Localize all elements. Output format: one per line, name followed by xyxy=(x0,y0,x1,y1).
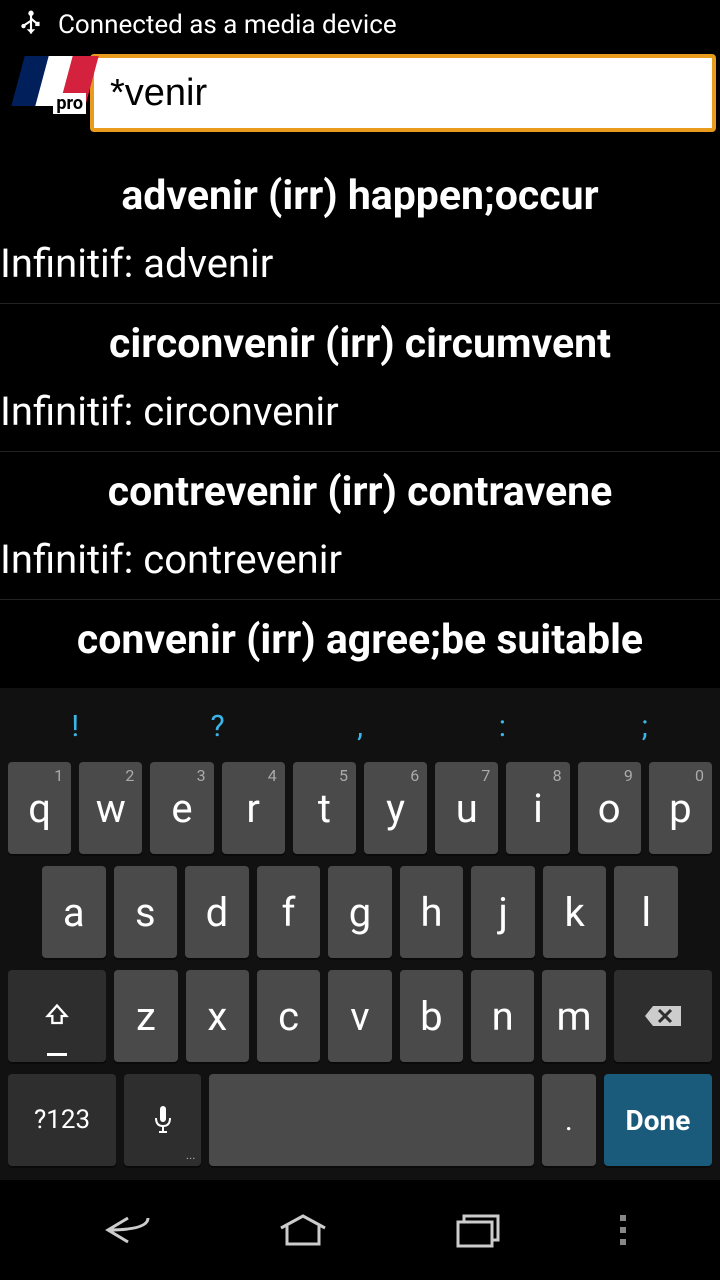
list-item[interactable]: contrevenir (irr) contravene Infinitif: … xyxy=(0,452,720,600)
pro-label: pro xyxy=(53,93,86,114)
menu-button[interactable] xyxy=(613,1205,633,1255)
shift-key[interactable] xyxy=(8,970,106,1062)
key-i[interactable]: i8 xyxy=(506,762,569,854)
key-q[interactable]: q1 xyxy=(8,762,71,854)
suggestion-key[interactable]: ; xyxy=(574,709,716,744)
keyboard-row-1: q1w2e3r4t5y6u7i8o9p0 xyxy=(4,756,716,860)
key-k[interactable]: k xyxy=(543,866,607,958)
key-e[interactable]: e3 xyxy=(150,762,213,854)
search-row: pro xyxy=(0,50,720,136)
keyboard-row-2: asdfghjkl xyxy=(4,860,716,964)
key-y[interactable]: y6 xyxy=(364,762,427,854)
result-title: contrevenir (irr) contravene xyxy=(0,452,720,528)
key-g[interactable]: g xyxy=(328,866,392,958)
key-v[interactable]: v xyxy=(328,970,391,1062)
key-f[interactable]: f xyxy=(257,866,321,958)
result-subtitle: Infinitif: advenir xyxy=(0,232,720,303)
space-key[interactable] xyxy=(209,1074,533,1166)
result-title: circonvenir (irr) circumvent xyxy=(0,304,720,380)
key-r[interactable]: r4 xyxy=(222,762,285,854)
key-h[interactable]: h xyxy=(400,866,464,958)
key-p[interactable]: p0 xyxy=(649,762,712,854)
result-subtitle: Infinitif: circonvenir xyxy=(0,380,720,451)
result-title: advenir (irr) happen;occur xyxy=(0,156,720,232)
usb-icon xyxy=(16,10,46,40)
key-x[interactable]: x xyxy=(186,970,249,1062)
result-title: convenir (irr) agree;be suitable xyxy=(0,600,720,676)
key-d[interactable]: d xyxy=(185,866,249,958)
suggestion-key[interactable]: ! xyxy=(4,709,146,744)
keyboard-row-3: zxcvbnm xyxy=(4,964,716,1068)
key-u[interactable]: u7 xyxy=(435,762,498,854)
status-bar: Connected as a media device xyxy=(0,0,720,50)
app-icon[interactable]: pro xyxy=(4,52,86,134)
suggestion-row: ! ? , : ; xyxy=(4,696,716,756)
suggestion-key[interactable]: : xyxy=(431,709,573,744)
done-key[interactable]: Done xyxy=(604,1074,712,1166)
key-o[interactable]: o9 xyxy=(578,762,641,854)
home-button[interactable] xyxy=(263,1205,343,1255)
list-item[interactable]: circonvenir (irr) circumvent Infinitif: … xyxy=(0,304,720,452)
key-s[interactable]: s xyxy=(114,866,178,958)
keyboard-row-4: ?123 ... . Done xyxy=(4,1068,716,1172)
key-n[interactable]: n xyxy=(471,970,534,1062)
mode-key[interactable]: ?123 xyxy=(8,1074,116,1166)
key-l[interactable]: l xyxy=(614,866,678,958)
recent-apps-button[interactable] xyxy=(438,1205,518,1255)
search-input[interactable] xyxy=(90,54,716,132)
key-a[interactable]: a xyxy=(42,866,106,958)
key-z[interactable]: z xyxy=(114,970,177,1062)
list-item[interactable]: advenir (irr) happen;occur Infinitif: ad… xyxy=(0,156,720,304)
status-text: Connected as a media device xyxy=(58,10,397,40)
keyboard: ! ? , : ; q1w2e3r4t5y6u7i8o9p0 asdfghjkl… xyxy=(0,688,720,1180)
suggestion-key[interactable]: ? xyxy=(146,709,288,744)
key-m[interactable]: m xyxy=(542,970,605,1062)
key-j[interactable]: j xyxy=(471,866,535,958)
key-c[interactable]: c xyxy=(257,970,320,1062)
back-button[interactable] xyxy=(88,1205,168,1255)
key-w[interactable]: w2 xyxy=(79,762,142,854)
suggestion-key[interactable]: , xyxy=(289,709,431,744)
backspace-key[interactable] xyxy=(614,970,712,1062)
navigation-bar xyxy=(0,1180,720,1280)
key-b[interactable]: b xyxy=(400,970,463,1062)
period-key[interactable]: . xyxy=(542,1074,596,1166)
key-t[interactable]: t5 xyxy=(293,762,356,854)
mic-key[interactable]: ... xyxy=(124,1074,201,1166)
result-subtitle: Infinitif: contrevenir xyxy=(0,528,720,599)
